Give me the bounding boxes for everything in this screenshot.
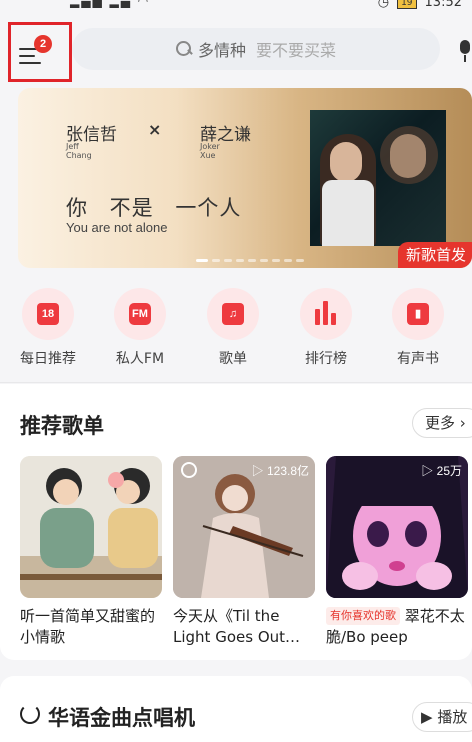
section-title: 华语金曲点唱机 <box>48 706 195 730</box>
banner-x: × <box>148 120 162 139</box>
playlist-label: 歌单 <box>219 351 247 367</box>
private-fm-label: 私人FM <box>115 351 165 367</box>
couple-illustration <box>20 456 162 598</box>
banner-song-title: 你 不是 一个人 <box>66 196 242 220</box>
divider <box>0 382 472 383</box>
playlist-icon: ♫ <box>222 303 244 325</box>
section-title: 推荐歌单 <box>20 414 104 438</box>
audiobook-icon: ▮ <box>407 303 429 325</box>
alarm-icon: ◷ <box>377 0 390 10</box>
banner-song-title-en: You are not alone <box>66 220 168 235</box>
status-bar: ▂▄▆ ▂▄ ◠ ◷ 19 13:52 <box>0 0 472 14</box>
playlist-cover-2: ▷ 123.8亿 <box>173 456 315 598</box>
playlist-cover-1 <box>20 456 162 598</box>
playlist-button[interactable]: ♫ 歌单 <box>193 288 273 368</box>
banner-artist-2-en: Joker Xue <box>200 142 220 160</box>
play-button[interactable]: ▶ 播放 <box>412 702 472 732</box>
quick-access: 18 每日推荐 FM 私人FM ♫ 歌单 排行榜 ▮ 有声书 <box>0 288 472 374</box>
chevron-right-icon: › <box>459 414 466 432</box>
play-count: ▷ 25万 <box>421 464 462 478</box>
playlist-card-2[interactable]: ▷ 123.8亿 今天从《Til the Light Goes Out… <box>173 456 315 648</box>
menu-button[interactable]: 2 <box>8 22 72 82</box>
play-label: 播放 <box>437 708 468 726</box>
more-button[interactable]: 更多 › <box>412 408 472 438</box>
refresh-icon[interactable] <box>20 704 40 724</box>
recommended-section: 推荐歌单 更多 › 听一首简单又甜蜜的小情歌 ▷ 123.8亿 今天从《Til … <box>0 384 472 660</box>
play-icon: ▶ <box>421 708 433 726</box>
private-fm-button[interactable]: FM 私人FM <box>100 288 180 368</box>
more-label: 更多 <box>425 414 456 432</box>
play-count-value: 25万 <box>436 464 462 478</box>
playlist-caption-2: 今天从《Til the Light Goes Out… <box>173 607 301 646</box>
album-cover-image <box>310 110 446 246</box>
microphone-icon[interactable] <box>458 40 472 62</box>
clock: 13:52 <box>424 0 462 10</box>
status-right: ◷ 19 13:52 <box>378 0 462 10</box>
search-placeholder-main: 多情种 <box>197 41 246 60</box>
search-icon <box>175 41 192 57</box>
calendar-18-icon: 18 <box>37 303 59 325</box>
top-bar: 2 多情种 要不要买菜 <box>0 14 472 86</box>
recommend-pill: 有你喜欢的歌 <box>326 607 400 625</box>
banner-pager <box>196 259 304 262</box>
new-release-tag: 新歌首发 <box>397 242 472 268</box>
playlist-caption-3: 有你喜欢的歌 翠花不太脆/Bo peep <box>326 606 468 648</box>
banner-artist-1-en: Jeff Chang <box>66 142 92 160</box>
charts-label: 排行榜 <box>305 351 347 367</box>
signal-icons: ▂▄▆ ▂▄ ◠ <box>70 0 151 8</box>
jukebox-section: 华语金曲点唱机 ▶ 播放 <box>0 676 472 742</box>
audiobook-button[interactable]: ▮ 有声书 <box>378 288 458 368</box>
radar-icon <box>181 462 197 478</box>
search-input[interactable]: 多情种 要不要买菜 <box>72 28 440 70</box>
promo-banner[interactable]: 张信哲 Jeff Chang × 薛之谦 Joker Xue 你 不是 一个人 … <box>18 88 472 268</box>
daily-recommend-button[interactable]: 18 每日推荐 <box>8 288 88 368</box>
audiobook-label: 有声书 <box>397 351 439 367</box>
play-count-value: 123.8亿 <box>266 464 309 478</box>
search-placeholder-sub: 要不要买菜 <box>256 41 337 60</box>
play-count: ▷ 123.8亿 <box>251 464 309 478</box>
playlist-card-3[interactable]: ▷ 25万 有你喜欢的歌 翠花不太脆/Bo peep <box>326 456 468 648</box>
notification-badge: 2 <box>34 35 52 53</box>
playlist-card-1[interactable]: 听一首简单又甜蜜的小情歌 <box>20 456 162 648</box>
radio-icon: FM <box>129 303 151 325</box>
playlist-cover-3: ▷ 25万 <box>326 456 468 598</box>
charts-button[interactable]: 排行榜 <box>286 288 366 368</box>
battery-icon: 19 <box>397 0 417 9</box>
chart-bars-icon <box>315 301 337 325</box>
playlist-caption-1: 听一首简单又甜蜜的小情歌 <box>20 607 156 646</box>
daily-recommend-label: 每日推荐 <box>20 351 76 367</box>
